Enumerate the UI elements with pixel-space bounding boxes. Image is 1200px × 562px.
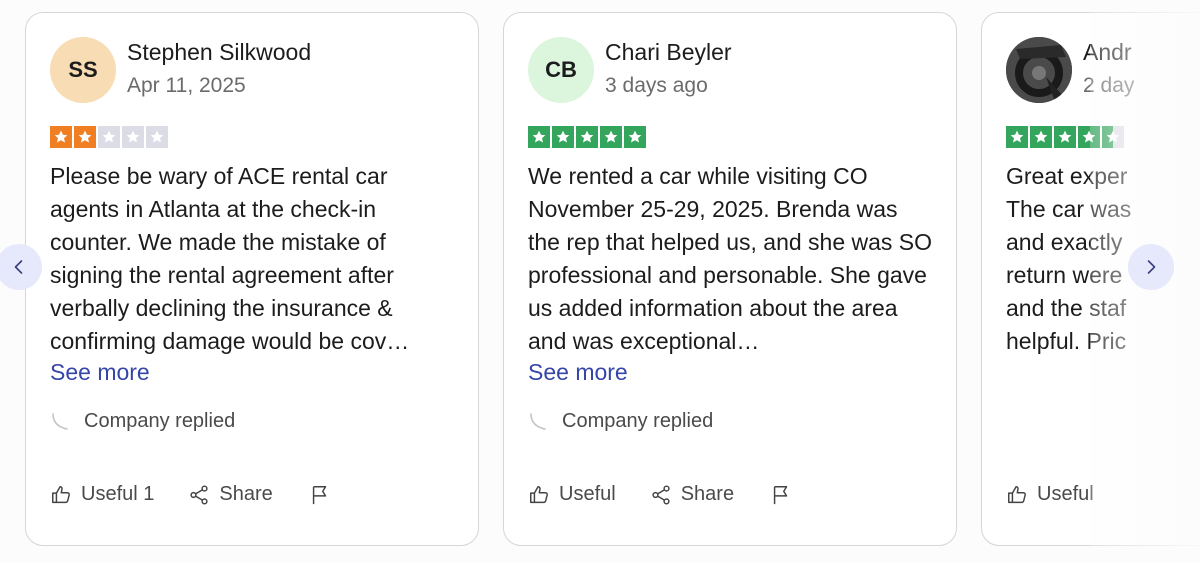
star: [1078, 126, 1100, 148]
thumbs-up-icon: [530, 485, 548, 503]
star-rating: [1006, 126, 1124, 148]
flag-icon: [312, 485, 326, 504]
company-replied[interactable]: Company replied: [50, 410, 235, 433]
review-card: SS Stephen Silkwood Apr 11, 2025 Please …: [25, 12, 479, 546]
reviews-carousel: SS Stephen Silkwood Apr 11, 2025 Please …: [0, 0, 1200, 562]
star: [600, 126, 622, 148]
star: [576, 126, 598, 148]
star-rating: [528, 126, 646, 148]
reply-hook-icon: [52, 412, 68, 430]
star: [98, 126, 120, 148]
chevron-left-icon: [14, 260, 23, 274]
see-more-link[interactable]: See more: [50, 359, 150, 386]
avatar: [1006, 37, 1072, 103]
star: [74, 126, 96, 148]
useful-label: Useful: [559, 483, 616, 505]
reviewer-name[interactable]: Andr: [1083, 39, 1132, 66]
flag-button[interactable]: [309, 484, 331, 506]
thumbs-up-icon: [52, 485, 70, 503]
useful-button[interactable]: Useful: [1006, 483, 1094, 506]
carousel-next-button[interactable]: [1128, 244, 1174, 290]
star-icon: [78, 130, 92, 143]
avatar: SS: [50, 37, 116, 103]
star: [1030, 126, 1052, 148]
star: [50, 126, 72, 148]
review-date: Apr 11, 2025: [127, 74, 246, 97]
avatar-photo: [1006, 37, 1072, 103]
share-icon: [190, 484, 208, 505]
flag-button[interactable]: [770, 484, 792, 506]
star-icon: [1058, 130, 1072, 143]
star-icon: [1082, 130, 1096, 143]
star: [1054, 126, 1076, 148]
avatar: CB: [528, 37, 594, 103]
company-replied-label: Company replied: [562, 410, 714, 432]
reviewer-name[interactable]: Stephen Silkwood: [127, 39, 311, 66]
review-actions: Useful: [1006, 483, 1094, 506]
star-icon: [580, 130, 594, 143]
star-icon: [604, 130, 618, 143]
review-text: We rented a car while visiting CO Novemb…: [528, 163, 933, 354]
star: [528, 126, 550, 148]
thumbs-up-icon: [1008, 485, 1026, 503]
share-button[interactable]: Share: [188, 483, 273, 506]
useful-button[interactable]: Useful: [528, 483, 616, 506]
star-icon: [628, 130, 642, 143]
reply-hook-icon: [530, 412, 546, 430]
star-icon: [102, 130, 116, 143]
star: [146, 126, 168, 148]
star: [122, 126, 144, 148]
star-rating: [50, 126, 168, 148]
share-icon: [652, 484, 670, 505]
star-icon: [150, 130, 164, 143]
see-more-link[interactable]: See more: [528, 359, 628, 386]
review-date: 2 day: [1083, 74, 1135, 97]
review-text: Please be wary of ACE rental car agents …: [50, 163, 410, 354]
review-actions: Useful Share: [528, 483, 792, 506]
share-button[interactable]: Share: [650, 483, 734, 506]
review-actions: Useful 1 Share: [50, 483, 331, 506]
review-card: CB Chari Beyler 3 days ago We rented a c…: [503, 12, 957, 546]
review-date: 3 days ago: [605, 74, 708, 97]
star-icon: [126, 130, 140, 143]
useful-label: Useful 1: [81, 483, 155, 505]
star-icon: [1010, 130, 1024, 143]
star-icon: [556, 130, 570, 143]
useful-button[interactable]: Useful 1: [50, 483, 154, 506]
star: [552, 126, 574, 148]
company-replied-label: Company replied: [84, 410, 236, 432]
useful-label: Useful: [1037, 483, 1094, 505]
company-replied[interactable]: Company replied: [528, 410, 713, 433]
chevron-right-icon: [1147, 260, 1156, 274]
star-icon: [1106, 130, 1120, 143]
reviewer-name[interactable]: Chari Beyler: [605, 39, 732, 66]
star-icon: [1034, 130, 1048, 143]
star: [624, 126, 646, 148]
review-text: Great exper The car was and exactly retu…: [1006, 163, 1132, 354]
star: [1102, 126, 1124, 148]
star-icon: [532, 130, 546, 143]
star-icon: [54, 130, 68, 143]
flag-icon: [773, 485, 788, 504]
share-label: Share: [680, 483, 735, 505]
share-label: Share: [219, 483, 273, 505]
star: [1006, 126, 1028, 148]
